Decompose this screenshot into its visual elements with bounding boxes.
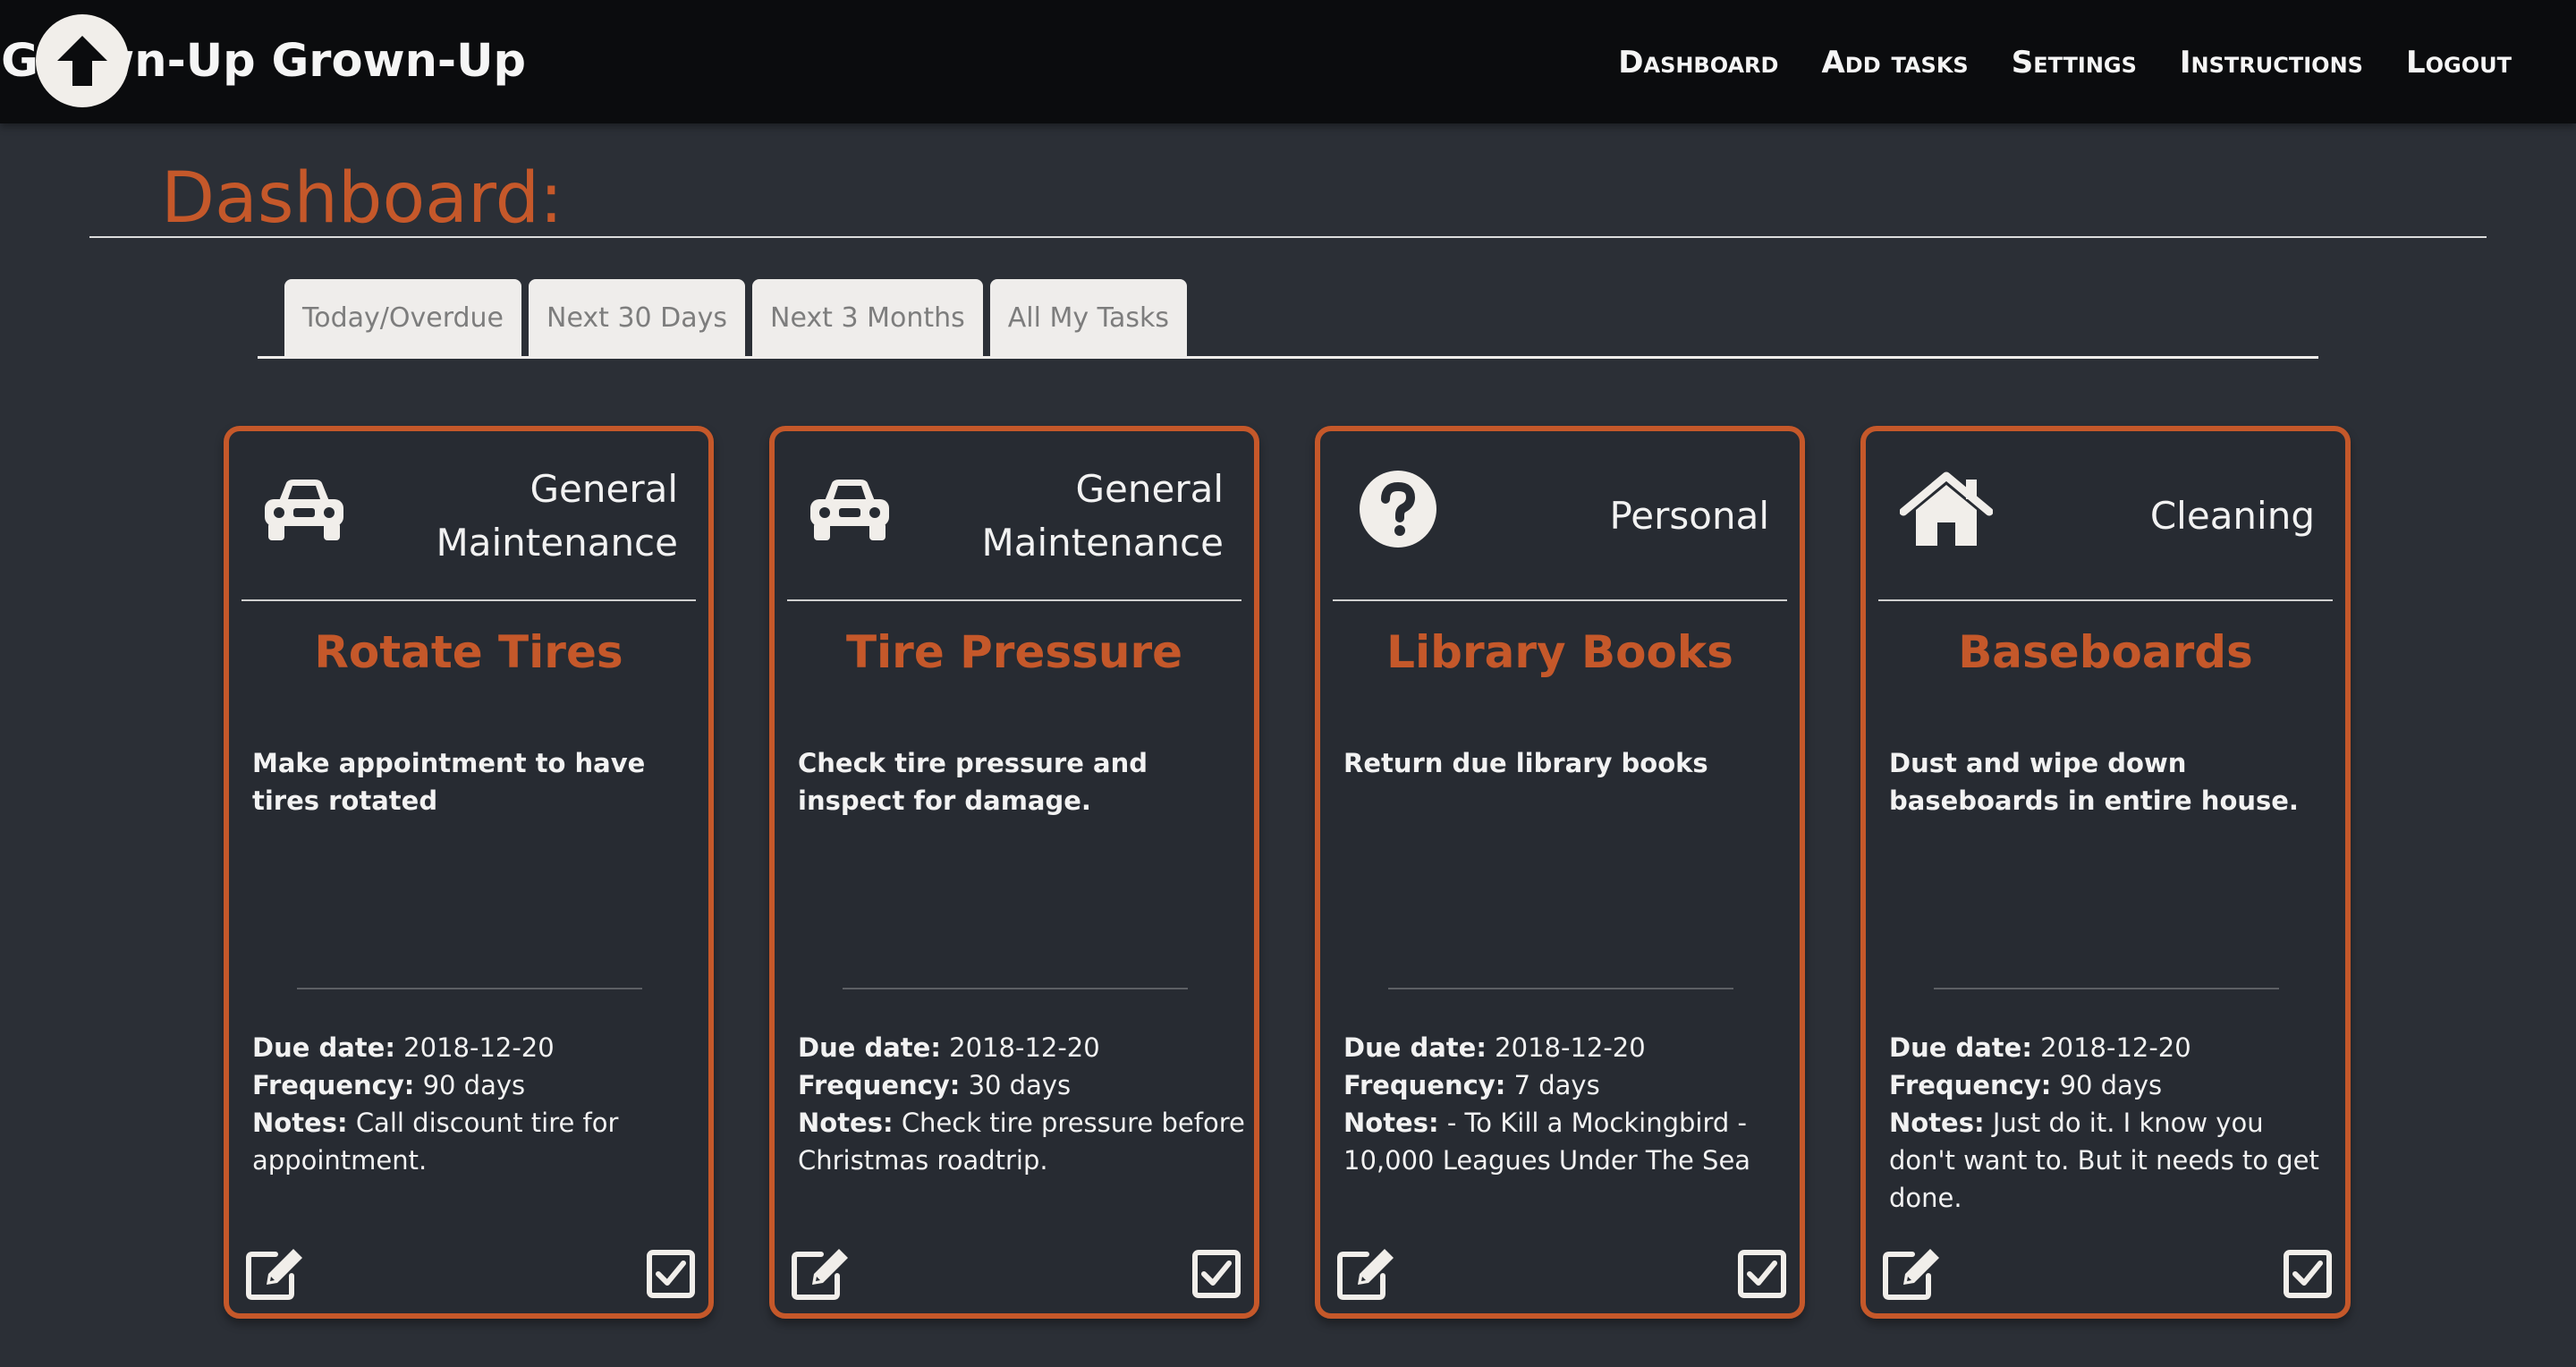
frequency-value: 90 days: [422, 1070, 526, 1100]
card-meta: Due date: 2018-12-20 Frequency: 30 days …: [798, 1029, 1245, 1179]
top-navbar: Grown-Up Grown-Up Dashboard Add tasks Se…: [0, 0, 2576, 123]
card-title: Tire Pressure: [845, 626, 1183, 678]
due-date-value: 2018-12-20: [949, 1032, 1100, 1063]
due-date-row: Due date: 2018-12-20: [1889, 1029, 2336, 1066]
task-range-tabs: Today/Overdue Next 30 Days Next 3 Months…: [284, 279, 1188, 358]
notes-label: Notes:: [1889, 1108, 1985, 1138]
due-date-row: Due date: 2018-12-20: [1343, 1029, 1791, 1066]
card-divider: [297, 988, 642, 989]
edit-icon[interactable]: [789, 1245, 853, 1306]
question-circle-icon: [1358, 469, 1438, 553]
notes-label: Notes:: [798, 1108, 894, 1138]
frequency-row: Frequency: 7 days: [1343, 1066, 1791, 1104]
notes-row: Notes: Just do it. I know you don't want…: [1889, 1104, 2336, 1217]
card-divider: [1388, 988, 1733, 989]
card-header-divider: [1878, 599, 2333, 601]
card-title: Rotate Tires: [314, 626, 623, 678]
complete-checkbox-icon[interactable]: [1191, 1249, 1241, 1303]
car-icon: [261, 474, 347, 549]
nav-instructions[interactable]: Instructions: [2180, 45, 2363, 81]
card-header-divider: [242, 599, 696, 601]
card-description: Check tire pressure and inspect for dama…: [798, 748, 1148, 816]
task-card: Cleaning Baseboards Dust and wipe down b…: [1860, 426, 2351, 1319]
title-divider: [89, 236, 2487, 238]
page-title: Dashboard:: [161, 158, 564, 239]
task-card: General Maintenance Rotate Tires Make ap…: [224, 426, 714, 1319]
due-date-label: Due date:: [798, 1032, 941, 1063]
frequency-label: Frequency:: [1889, 1070, 2052, 1100]
card-description: Make appointment to have tires rotated: [252, 748, 646, 816]
tab-next-30-days[interactable]: Next 30 Days: [529, 279, 746, 358]
tab-next-3-months[interactable]: Next 3 Months: [752, 279, 983, 358]
card-category: Personal: [1609, 494, 1769, 538]
due-date-value: 2018-12-20: [2040, 1032, 2191, 1063]
frequency-label: Frequency:: [252, 1070, 415, 1100]
nav-logout[interactable]: Logout: [2406, 45, 2512, 81]
nav-dashboard[interactable]: Dashboard: [1618, 45, 1778, 81]
edit-icon[interactable]: [1880, 1245, 1945, 1306]
edit-icon[interactable]: [1335, 1245, 1399, 1306]
task-card: General Maintenance Tire Pressure Check …: [769, 426, 1259, 1319]
due-date-label: Due date:: [1343, 1032, 1487, 1063]
frequency-row: Frequency: 90 days: [1889, 1066, 2336, 1104]
frequency-value: 7 days: [1513, 1070, 1600, 1100]
due-date-label: Due date:: [252, 1032, 395, 1063]
frequency-row: Frequency: 30 days: [798, 1066, 1245, 1104]
frequency-value: 90 days: [2059, 1070, 2163, 1100]
tab-all-my-tasks[interactable]: All My Tasks: [989, 279, 1188, 358]
card-divider: [843, 988, 1188, 989]
tabs-divider: [258, 356, 2318, 359]
notes-label: Notes:: [252, 1108, 348, 1138]
complete-checkbox-icon[interactable]: [1737, 1249, 1787, 1303]
frequency-label: Frequency:: [1343, 1070, 1506, 1100]
card-description: Dust and wipe down baseboards in entire …: [1889, 748, 2299, 816]
notes-row: Notes: Check tire pressure before Christ…: [798, 1104, 1245, 1179]
card-category: General Maintenance: [981, 467, 1224, 565]
arrow-up-circle-icon[interactable]: [36, 14, 129, 107]
card-description: Return due library books: [1343, 748, 1708, 778]
card-title: Library Books: [1386, 626, 1733, 678]
due-date-value: 2018-12-20: [1495, 1032, 1646, 1063]
due-date-row: Due date: 2018-12-20: [252, 1029, 699, 1066]
frequency-label: Frequency:: [798, 1070, 961, 1100]
notes-label: Notes:: [1343, 1108, 1439, 1138]
card-meta: Due date: 2018-12-20 Frequency: 90 days …: [252, 1029, 699, 1179]
card-category: General Maintenance: [436, 467, 678, 565]
notes-row: Notes: - To Kill a Mockingbird - 10,000 …: [1343, 1104, 1791, 1179]
frequency-value: 30 days: [968, 1070, 1072, 1100]
due-date-value: 2018-12-20: [403, 1032, 555, 1063]
card-category: Cleaning: [2149, 494, 2315, 538]
due-date-label: Due date:: [1889, 1032, 2032, 1063]
task-card: Personal Library Books Return due librar…: [1315, 426, 1805, 1319]
edit-icon[interactable]: [243, 1245, 308, 1306]
nav-settings[interactable]: Settings: [2012, 45, 2137, 81]
car-icon: [807, 474, 893, 549]
frequency-row: Frequency: 90 days: [252, 1066, 699, 1104]
card-title: Baseboards: [1958, 626, 2253, 678]
card-meta: Due date: 2018-12-20 Frequency: 90 days …: [1889, 1029, 2336, 1217]
card-divider: [1934, 988, 2279, 989]
complete-checkbox-icon[interactable]: [2283, 1249, 2333, 1303]
nav-add-tasks[interactable]: Add tasks: [1821, 45, 1968, 81]
card-meta: Due date: 2018-12-20 Frequency: 7 days N…: [1343, 1029, 1791, 1179]
complete-checkbox-icon[interactable]: [646, 1249, 696, 1303]
due-date-row: Due date: 2018-12-20: [798, 1029, 1245, 1066]
tab-today-overdue[interactable]: Today/Overdue: [284, 279, 522, 358]
main-nav: Dashboard Add tasks Settings Instruction…: [1618, 45, 2512, 81]
card-header-divider: [787, 599, 1241, 601]
notes-row: Notes: Call discount tire for appointmen…: [252, 1104, 699, 1179]
card-header-divider: [1333, 599, 1787, 601]
